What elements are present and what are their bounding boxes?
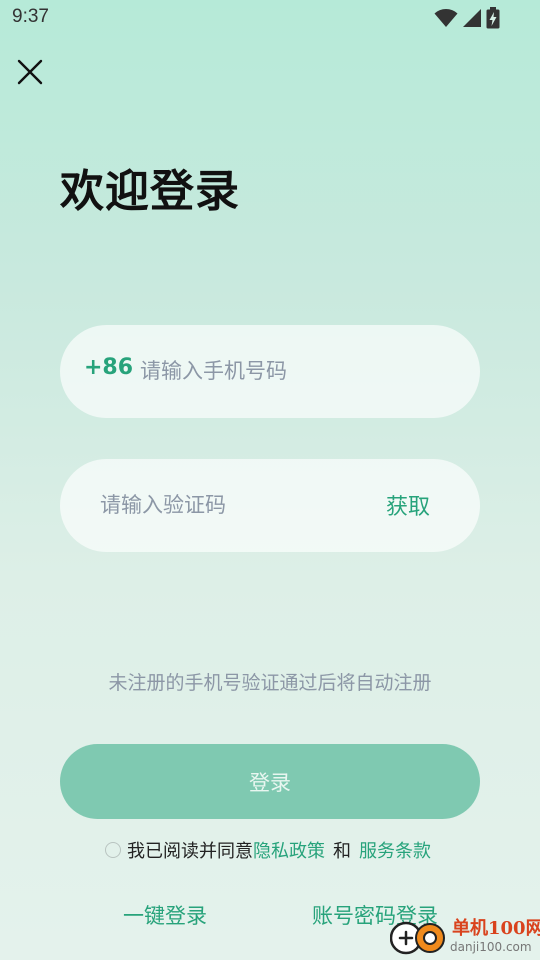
watermark-logo-icon bbox=[390, 921, 445, 955]
cell-signal-icon bbox=[463, 9, 481, 27]
login-button[interactable]: 登录 bbox=[60, 744, 480, 819]
code-field: 获取 bbox=[60, 459, 480, 552]
agreement-row: 我已阅读并同意 隐私政策 和 服务条款 bbox=[105, 837, 431, 863]
code-input[interactable] bbox=[100, 483, 350, 527]
watermark-name: 单机100网 bbox=[452, 918, 540, 939]
agree-checkbox[interactable] bbox=[105, 842, 121, 858]
status-bar: 9:37 bbox=[0, 0, 540, 36]
privacy-policy-link[interactable]: 隐私政策 bbox=[253, 837, 325, 863]
phone-field: +86 bbox=[60, 325, 480, 418]
status-time: 9:37 bbox=[12, 6, 49, 27]
close-button[interactable] bbox=[10, 52, 50, 92]
agreement-prefix: 我已阅读并同意 bbox=[127, 841, 253, 862]
agreement-and: 和 bbox=[333, 841, 351, 862]
terms-of-service-link[interactable]: 服务条款 bbox=[359, 837, 431, 863]
phone-input[interactable] bbox=[140, 349, 450, 393]
one-tap-login-link[interactable]: 一键登录 bbox=[123, 900, 207, 930]
watermark: 单机100网 danji100.com bbox=[390, 912, 540, 960]
wifi-icon bbox=[434, 9, 458, 27]
country-code[interactable]: +86 bbox=[84, 355, 133, 380]
battery-charging-icon bbox=[486, 7, 500, 29]
close-icon bbox=[17, 59, 43, 85]
register-hint: 未注册的手机号验证通过后将自动注册 bbox=[108, 672, 432, 694]
page-title: 欢迎登录 bbox=[60, 166, 240, 217]
get-code-button[interactable]: 获取 bbox=[386, 489, 430, 521]
status-icons bbox=[434, 7, 500, 29]
watermark-url: danji100.com bbox=[450, 940, 532, 954]
